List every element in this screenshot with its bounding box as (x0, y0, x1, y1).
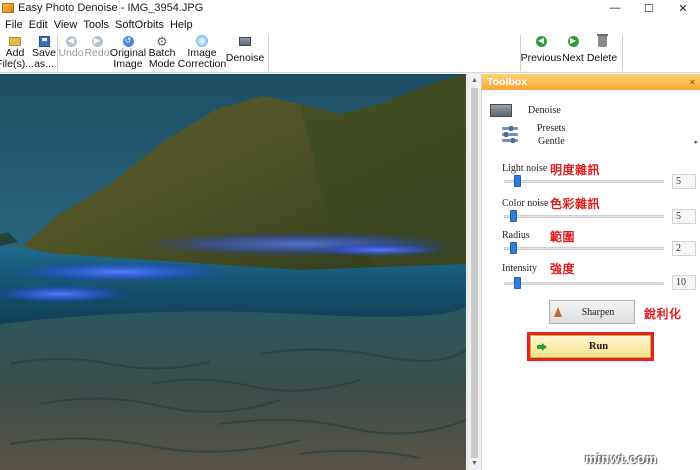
run-label: Run (588, 341, 609, 352)
radius-annotation: 範圍 (550, 230, 576, 244)
original-image-button[interactable]: ↺ Original Image (109, 33, 147, 73)
toolbar-separator (622, 35, 623, 71)
scroll-up-icon[interactable]: ▲ (470, 76, 479, 85)
menu-tools[interactable]: Tools (80, 19, 112, 31)
preset-dropdown[interactable]: Gentle ▸ (538, 136, 698, 147)
radius-slider-thumb[interactable] (510, 242, 518, 254)
denoise-icon (239, 36, 251, 46)
preset-selected-value: Gentle (538, 136, 565, 147)
toolbox-panel: Toolbox × Denoise Presets Gentle ▸ Light… (481, 74, 700, 470)
image-correction-icon (196, 35, 208, 47)
app-icon (2, 3, 14, 13)
sharpen-icon (554, 307, 562, 317)
save-disk-icon (38, 35, 50, 47)
toolbar-separator (268, 35, 269, 71)
run-button[interactable]: Run (530, 335, 651, 358)
undo-icon: ◀ (65, 35, 77, 47)
delete-button[interactable]: Delete (586, 33, 618, 73)
sharpen-annotation: 銳利化 (644, 307, 682, 321)
original-image-label: Original Image (109, 47, 147, 70)
toolbox-header: Toolbox × (482, 74, 700, 90)
add-files-button[interactable]: Add File(s)... (0, 33, 34, 73)
watermark-text: minwt.com (585, 451, 658, 466)
intensity-track[interactable] (504, 282, 664, 285)
minimize-button[interactable]: — (598, 0, 632, 16)
add-files-label: Add File(s)... (0, 47, 34, 70)
window-controls: — ☐ ✕ (598, 0, 700, 16)
color-noise-value[interactable]: 5 (672, 209, 696, 224)
delete-label: Delete (586, 52, 618, 64)
undo-label: Undo (58, 47, 84, 59)
color-noise-track[interactable] (504, 215, 664, 218)
dropdown-arrow-icon: ▸ (694, 138, 698, 146)
folder-icon (9, 36, 21, 46)
batch-mode-button[interactable]: ⚙ Batch Mode (148, 33, 176, 73)
menu-file[interactable]: File (2, 19, 26, 31)
toolbar: Add File(s)... Save as... ◀ Undo ▶ Redo … (0, 33, 700, 73)
image-viewport[interactable] (0, 74, 466, 470)
trash-icon (596, 33, 608, 47)
sharpen-label: Sharpen (581, 306, 615, 318)
color-noise-slider-thumb[interactable] (510, 210, 518, 222)
next-label: Next (562, 52, 584, 64)
scrollbar-thumb[interactable] (471, 88, 478, 458)
menu-help[interactable]: Help (167, 19, 196, 31)
presets-sliders-icon (500, 124, 520, 144)
redo-icon: ▶ (91, 35, 103, 47)
save-as-button[interactable]: Save as... (32, 33, 56, 73)
gear-icon: ⚙ (156, 33, 168, 49)
toolbox-title: Toolbox (487, 76, 528, 88)
intensity-label: Intensity (502, 263, 537, 274)
redo-button[interactable]: ▶ Redo (84, 33, 110, 73)
menu-softorbits[interactable]: SoftOrbits (112, 19, 167, 31)
denoise-mode[interactable]: Denoise (490, 104, 561, 117)
presets-label: Presets (537, 123, 566, 134)
radius-label: Radius (502, 230, 530, 241)
menu-bar: File Edit View Tools SoftOrbits Help (0, 16, 700, 33)
previous-arrow-icon: ◀ (535, 35, 547, 47)
sharpen-button[interactable]: Sharpen (549, 300, 635, 324)
image-correction-label: Image Correction (177, 47, 227, 70)
image-scrollbar[interactable]: ▲ ▼ (467, 74, 480, 470)
menu-view[interactable]: View (51, 19, 81, 31)
toolbox-close-icon[interactable]: × (690, 77, 695, 87)
menu-edit[interactable]: Edit (26, 19, 51, 31)
save-as-label: Save as... (32, 47, 56, 70)
original-image-icon: ↺ (122, 35, 134, 47)
light-noise-label: Light noise (502, 163, 548, 174)
redo-label: Redo (84, 47, 110, 59)
radius-track[interactable] (504, 247, 664, 250)
denoise-button[interactable]: Denoise (226, 33, 264, 73)
batch-mode-label: Batch Mode (148, 47, 176, 70)
title-bar: Easy Photo Denoise - IMG_3954.JPG — ☐ ✕ (0, 0, 700, 16)
window-title: Easy Photo Denoise - IMG_3954.JPG (18, 2, 204, 14)
light-noise-slider-thumb[interactable] (513, 175, 521, 187)
run-arrow-icon (537, 342, 547, 351)
previous-label: Previous (520, 52, 562, 64)
color-noise-label: Color noise (502, 198, 549, 209)
close-button[interactable]: ✕ (666, 0, 700, 16)
light-noise-annotation: 明度雜訊 (550, 163, 601, 177)
color-noise-annotation: 色彩雜訊 (550, 197, 601, 211)
denoise-label: Denoise (225, 52, 265, 64)
presets-section (500, 124, 520, 144)
light-noise-track[interactable] (504, 180, 664, 183)
intensity-slider-thumb[interactable] (513, 277, 521, 289)
radius-value[interactable]: 2 (672, 241, 696, 256)
previous-button[interactable]: ◀ Previous (520, 33, 562, 73)
intensity-annotation: 強度 (550, 262, 576, 276)
next-arrow-icon: ▶ (567, 35, 579, 47)
photo-preview (0, 74, 466, 470)
undo-button[interactable]: ◀ Undo (58, 33, 84, 73)
light-noise-value[interactable]: 5 (672, 174, 696, 189)
next-button[interactable]: ▶ Next (561, 33, 585, 73)
maximize-button[interactable]: ☐ (632, 0, 666, 16)
denoise-mode-icon (490, 104, 512, 117)
scroll-down-icon[interactable]: ▼ (470, 459, 479, 468)
intensity-value[interactable]: 10 (672, 275, 696, 290)
image-correction-button[interactable]: Image Correction (177, 33, 227, 73)
denoise-mode-label: Denoise (528, 105, 561, 116)
